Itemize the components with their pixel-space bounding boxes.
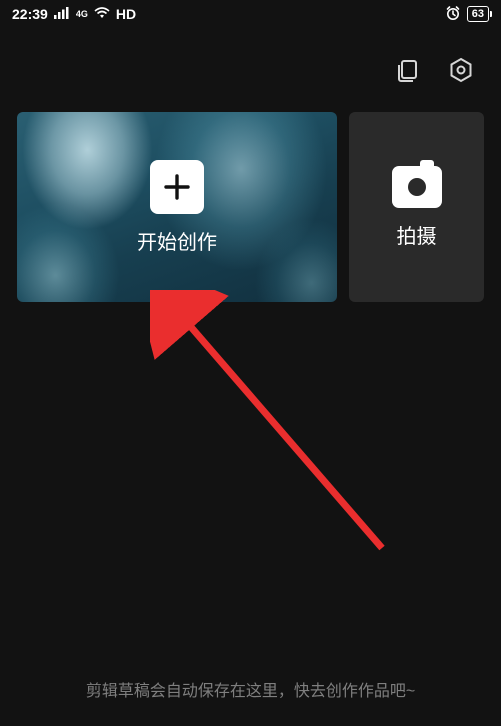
create-card[interactable]: 开始创作 <box>17 112 337 302</box>
network-type: 4G <box>76 10 88 19</box>
wifi-icon <box>94 6 110 22</box>
shoot-label: 拍摄 <box>397 220 437 249</box>
hint-text: 剪辑草稿会自动保存在这里，快去创作作品吧~ <box>0 680 501 704</box>
create-label: 开始创作 <box>137 226 217 255</box>
create-card-inner: 开始创作 <box>17 112 337 302</box>
layers-icon[interactable] <box>393 56 421 84</box>
status-right: 63 <box>445 5 489 24</box>
toolbar <box>0 40 501 100</box>
status-left: 22:39 4G HD <box>12 6 136 22</box>
annotation-arrow <box>150 290 410 570</box>
hd-label: HD <box>116 6 136 22</box>
status-time: 22:39 <box>12 6 48 22</box>
battery-percent: 63 <box>472 8 484 20</box>
cards-row: 开始创作 拍摄 <box>0 100 501 302</box>
settings-icon[interactable] <box>447 56 475 84</box>
plus-icon <box>150 160 204 214</box>
camera-icon <box>392 166 442 208</box>
battery-indicator: 63 <box>467 6 489 22</box>
signal-icon <box>54 6 70 22</box>
shoot-card[interactable]: 拍摄 <box>349 112 484 302</box>
status-bar: 22:39 4G HD <box>0 0 501 28</box>
alarm-icon <box>445 5 461 24</box>
